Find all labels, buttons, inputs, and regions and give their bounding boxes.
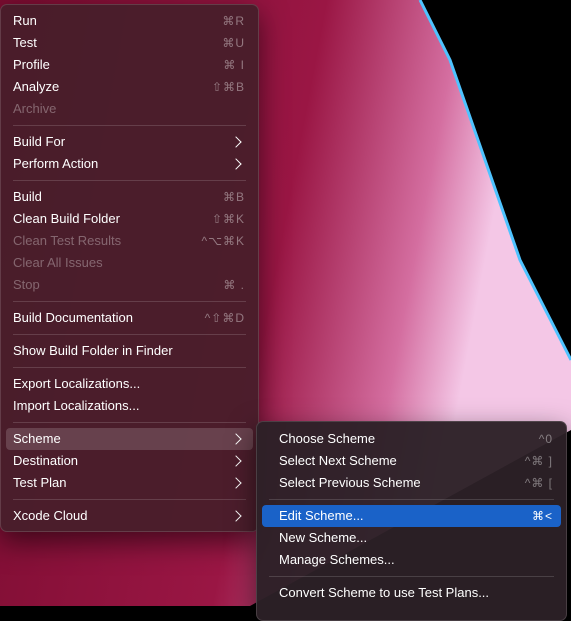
menu-item-build-documentation[interactable]: Build Documentation ^⇧⌘D xyxy=(6,307,253,329)
menu-item-label: Manage Schemes... xyxy=(279,552,395,567)
menu-item-label: Select Previous Scheme xyxy=(279,475,421,490)
menu-item-label: Scheme xyxy=(13,431,61,446)
menu-item-clear-all-issues: Clear All Issues xyxy=(6,252,253,274)
chevron-right-icon xyxy=(230,455,242,467)
menu-item-show-build-folder[interactable]: Show Build Folder in Finder xyxy=(6,340,253,362)
shortcut-label: ⌘ I xyxy=(223,58,245,72)
menu-separator xyxy=(13,367,246,368)
menu-item-build-for[interactable]: Build For xyxy=(6,131,253,153)
menu-separator xyxy=(13,334,246,335)
chevron-right-icon xyxy=(230,158,242,170)
menu-item-analyze[interactable]: Analyze ⇧⌘B xyxy=(6,76,253,98)
menu-item-label: Analyze xyxy=(13,79,60,94)
menu-item-run[interactable]: Run ⌘R xyxy=(6,10,253,32)
menu-item-scheme[interactable]: Scheme xyxy=(6,428,253,450)
shortcut-label: ⌘U xyxy=(222,36,245,50)
menu-item-new-scheme[interactable]: New Scheme... xyxy=(262,527,561,549)
menu-separator xyxy=(269,576,554,577)
menu-item-choose-scheme[interactable]: Choose Scheme ^0 xyxy=(262,428,561,450)
menu-separator xyxy=(13,422,246,423)
menu-item-stop: Stop ⌘ . xyxy=(6,274,253,296)
menu-item-select-previous-scheme[interactable]: Select Previous Scheme ^⌘ [ xyxy=(262,472,561,494)
menu-item-label: New Scheme... xyxy=(279,530,368,545)
shortcut-label: ⌘< xyxy=(531,509,553,523)
shortcut-label: ^⌘ ] xyxy=(524,454,553,468)
menu-item-xcode-cloud[interactable]: Xcode Cloud xyxy=(6,505,253,527)
menu-item-import-localizations[interactable]: Import Localizations... xyxy=(6,395,253,417)
menu-separator xyxy=(13,125,246,126)
chevron-right-icon xyxy=(230,136,242,148)
shortcut-label: ^⌘ [ xyxy=(524,476,553,490)
menu-item-label: Stop xyxy=(13,277,40,292)
menu-item-archive: Archive xyxy=(6,98,253,120)
shortcut-label: ⇧⌘B xyxy=(211,80,245,94)
menu-item-label: Profile xyxy=(13,57,50,72)
menu-item-test[interactable]: Test ⌘U xyxy=(6,32,253,54)
scheme-submenu: Choose Scheme ^0 Select Next Scheme ^⌘ ]… xyxy=(256,421,567,621)
menu-item-test-plan[interactable]: Test Plan xyxy=(6,472,253,494)
shortcut-label: ^⌥⌘K xyxy=(201,234,245,248)
menu-item-label: Select Next Scheme xyxy=(279,453,397,468)
menu-item-edit-scheme[interactable]: Edit Scheme... ⌘< xyxy=(262,505,561,527)
product-menu: Run ⌘R Test ⌘U Profile ⌘ I Analyze ⇧⌘B A… xyxy=(0,4,259,532)
menu-separator xyxy=(269,499,554,500)
menu-item-perform-action[interactable]: Perform Action xyxy=(6,153,253,175)
menu-item-label: Clear All Issues xyxy=(13,255,103,270)
menu-item-label: Destination xyxy=(13,453,79,468)
chevron-right-icon xyxy=(230,433,242,445)
menu-item-label: Clean Build Folder xyxy=(13,211,120,226)
menu-item-clean-test-results: Clean Test Results ^⌥⌘K xyxy=(6,230,253,252)
menu-item-label: Convert Scheme to use Test Plans... xyxy=(279,585,490,600)
menu-item-convert-scheme[interactable]: Convert Scheme to use Test Plans... xyxy=(262,582,561,604)
shortcut-label: ^⇧⌘D xyxy=(204,311,245,325)
menu-item-export-localizations[interactable]: Export Localizations... xyxy=(6,373,253,395)
shortcut-label: ^0 xyxy=(538,432,553,446)
menu-item-label: Edit Scheme... xyxy=(279,508,364,523)
menu-item-label: Run xyxy=(13,13,37,28)
menu-item-label: Xcode Cloud xyxy=(13,508,88,523)
menu-item-label: Choose Scheme xyxy=(279,431,376,446)
menu-item-label: Test Plan xyxy=(13,475,67,490)
menu-item-label: Build For xyxy=(13,134,66,149)
shortcut-label: ⌘ . xyxy=(223,278,245,292)
menu-item-label: Perform Action xyxy=(13,156,99,171)
menu-item-manage-schemes[interactable]: Manage Schemes... xyxy=(262,549,561,571)
menu-item-label: Show Build Folder in Finder xyxy=(13,343,173,358)
menu-separator xyxy=(13,180,246,181)
chevron-right-icon xyxy=(230,510,242,522)
menu-item-label: Clean Test Results xyxy=(13,233,122,248)
menu-item-label: Export Localizations... xyxy=(13,376,141,391)
menu-item-label: Test xyxy=(13,35,37,50)
shortcut-label: ⇧⌘K xyxy=(211,212,245,226)
menu-item-build[interactable]: Build ⌘B xyxy=(6,186,253,208)
menu-item-label: Archive xyxy=(13,101,57,116)
menu-item-select-next-scheme[interactable]: Select Next Scheme ^⌘ ] xyxy=(262,450,561,472)
menu-separator xyxy=(13,301,246,302)
menu-item-clean-build-folder[interactable]: Clean Build Folder ⇧⌘K xyxy=(6,208,253,230)
menu-item-profile[interactable]: Profile ⌘ I xyxy=(6,54,253,76)
menu-item-label: Import Localizations... xyxy=(13,398,140,413)
shortcut-label: ⌘R xyxy=(222,14,245,28)
chevron-right-icon xyxy=(230,477,242,489)
menu-item-destination[interactable]: Destination xyxy=(6,450,253,472)
shortcut-label: ⌘B xyxy=(222,190,245,204)
menu-item-label: Build xyxy=(13,189,42,204)
menu-separator xyxy=(13,499,246,500)
menu-item-label: Build Documentation xyxy=(13,310,133,325)
